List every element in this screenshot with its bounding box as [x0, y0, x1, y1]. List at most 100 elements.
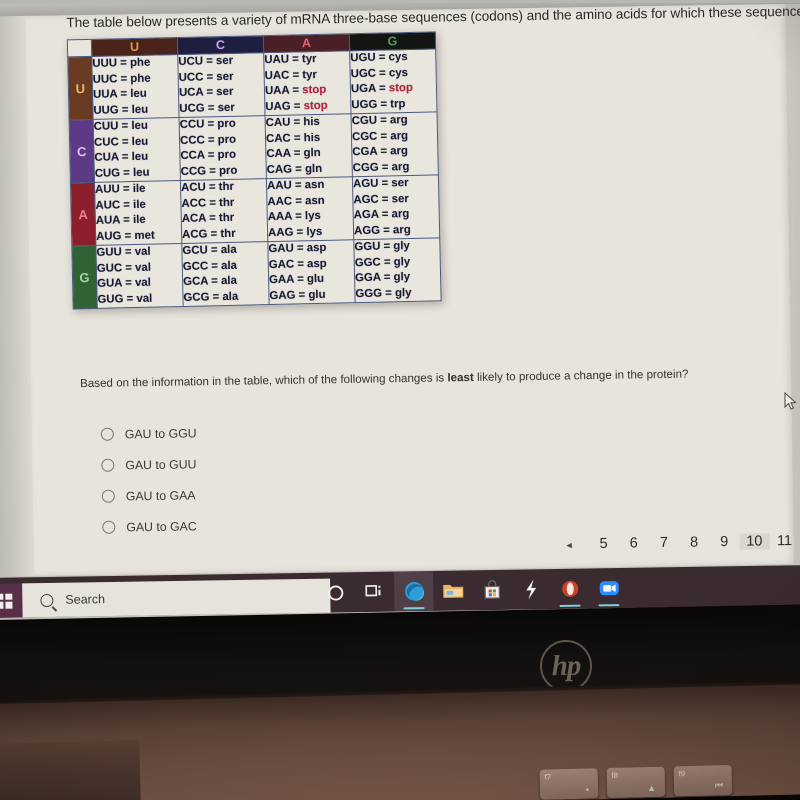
active-indicator: [598, 604, 620, 607]
codon-entry: ACU = thr: [180, 180, 235, 194]
file-explorer-icon[interactable]: [433, 570, 473, 611]
pagination-page-8[interactable]: 8: [679, 534, 709, 550]
row-header-C: C: [69, 119, 95, 183]
radio-button-icon[interactable]: [101, 458, 115, 472]
key-f8-glyph: ▲: [646, 782, 657, 794]
pagination-page-10[interactable]: 10: [739, 533, 770, 550]
codon-row-U: U UUU = phe UUC = phe UUA = leu UUG = le…: [67, 48, 437, 120]
active-indicator: [559, 604, 581, 607]
row-header-A: A: [70, 182, 96, 246]
key-f7-label: f7: [544, 772, 552, 782]
codon-entry: UAG = stop: [265, 99, 328, 113]
codon-entry: UCA = ser: [178, 85, 234, 99]
task-view-icon[interactable]: [355, 572, 395, 613]
codon-cell-CG: CGU = arg CGC = arg CGA = arg CGG = arg: [351, 111, 439, 177]
codon-entry: AGA = arg: [353, 207, 410, 222]
codon-entry: GAC = asp: [268, 257, 327, 271]
codon-entry: CUG = leu: [94, 166, 150, 180]
laptop-hinge-left: [0, 740, 141, 800]
opera-icon[interactable]: [550, 569, 590, 610]
pagination-page-5[interactable]: 5: [588, 536, 618, 552]
answer-option-4[interactable]: GAU to GAC: [102, 506, 502, 543]
codon-entry: CUU = leu: [93, 119, 148, 133]
key-f9-label: f9: [678, 769, 686, 779]
taskbar-search-box[interactable]: Search: [22, 578, 331, 618]
codon-entry: AUA = ile: [95, 213, 146, 227]
codon-entry: UAA = stop: [264, 83, 327, 98]
codon-entry: UCU = ser: [178, 54, 234, 68]
answer-options: GAU to GGU GAU to GUU GAU to GAA GAU to …: [100, 413, 503, 543]
codon-entry: UGC = cys: [350, 66, 409, 80]
codon-cell-UA: UAU = tyr UAC = tyr UAA = stop UAG = sto…: [263, 50, 352, 116]
table-corner-blank: [67, 39, 92, 57]
codon-entry: GCC = ala: [182, 259, 238, 273]
col-header-U: U: [91, 37, 178, 57]
codon-entry: CCA = pro: [180, 148, 237, 162]
radio-button-icon[interactable]: [101, 489, 115, 503]
codon-entry: CGU = arg: [351, 114, 408, 128]
codon-entry: GUG = val: [97, 292, 153, 306]
answer-label: GAU to GUU: [125, 456, 197, 472]
answer-label: GAU to GGU: [124, 425, 197, 441]
col-header-A: A: [263, 33, 350, 53]
col-header-C: C: [177, 35, 264, 55]
col-header-G: G: [349, 31, 436, 51]
laptop-screen: https://marietta.schoology.com/common-as…: [0, 0, 800, 651]
mouse-cursor-icon: [784, 392, 797, 410]
pagination-page-6[interactable]: 6: [619, 535, 649, 551]
codon-entry: CAA = gln: [266, 146, 321, 161]
codon-table: U C A G U UUU = phe UUC = phe UUA = leu …: [66, 31, 442, 310]
codon-cell-CA: CAU = his CAC = his CAA = gln CAG = gln: [265, 113, 353, 179]
codon-entry: AUU = ile: [94, 182, 146, 196]
codon-entry: UGU = cys: [350, 50, 408, 65]
search-placeholder-text: Search: [65, 592, 106, 607]
codon-entry: GGG = gly: [355, 286, 412, 300]
lightning-app-icon[interactable]: [511, 569, 551, 610]
codon-entry: CUA = leu: [94, 150, 149, 164]
codon-cell-CC: CCU = pro CCC = pro CCA = pro CCG = pro: [179, 115, 267, 181]
zoom-icon[interactable]: [589, 568, 629, 609]
codon-entry: GAA = glu: [268, 272, 325, 287]
taskbar-icon-strip: [316, 568, 629, 613]
keyboard-function-keys: f7 ▪ f8 ▲ f9 ⏮: [539, 762, 800, 800]
codon-entry: UCC = ser: [178, 70, 234, 84]
laptop-photo: https://marietta.schoology.com/common-as…: [0, 0, 800, 800]
row-header-U: U: [67, 56, 94, 120]
microsoft-edge-icon[interactable]: [393, 570, 434, 612]
pagination-page-7[interactable]: 7: [649, 535, 679, 551]
codon-cell-GU: GUU = val GUC = val GUA = val GUG = val: [95, 243, 184, 309]
codon-entry: CGG = arg: [352, 160, 410, 174]
codon-entry: AAG = lys: [267, 225, 323, 239]
radio-button-icon[interactable]: [100, 427, 114, 441]
codon-entry: GUA = val: [97, 276, 151, 290]
cortana-icon[interactable]: [316, 572, 356, 613]
answer-label: GAU to GAA: [125, 487, 196, 503]
pagination: ◂ 5 6 7 8 9 10 11: [549, 526, 799, 560]
codon-cell-UG: UGU = cys UGC = cys UGA = stop UGG = trp: [349, 48, 437, 114]
codon-entry: AGG = arg: [353, 223, 411, 237]
codon-entry: AUC = ile: [95, 198, 146, 212]
codon-cell-AA: AAU = asn AAC = asn AAA = lys AAG = lys: [266, 176, 354, 242]
codon-entry: GCA = ala: [183, 274, 237, 288]
windows-logo-icon: [0, 593, 12, 609]
codon-entry: ACC = thr: [181, 196, 235, 210]
key-f9[interactable]: f9 ⏮: [673, 764, 733, 797]
codon-entry: UGA = stop: [350, 81, 414, 96]
pagination-prev-button[interactable]: ◂: [550, 538, 589, 552]
key-f8[interactable]: f8 ▲: [606, 766, 666, 799]
radio-button-icon[interactable]: [102, 520, 116, 534]
codon-row-A: A AUU = ile AUC = ile AUA = ile AUG = me…: [70, 174, 440, 246]
codon-entry: UUC = phe: [92, 72, 151, 86]
codon-row-G: G GUU = val GUC = val GUA = val GUG = va…: [71, 237, 442, 309]
microsoft-store-icon[interactable]: [472, 570, 512, 611]
pagination-page-9[interactable]: 9: [709, 534, 739, 550]
codon-entry: AGU = ser: [352, 177, 409, 191]
codon-entry: AAA = lys: [267, 209, 321, 224]
key-f8-label: f8: [611, 770, 619, 780]
start-button[interactable]: [0, 583, 23, 618]
codon-entry: CGA = arg: [352, 145, 409, 159]
codon-cell-UC: UCU = ser UCC = ser UCA = ser UCG = ser: [177, 52, 266, 118]
key-f7[interactable]: f7 ▪: [539, 768, 599, 800]
codon-entry: UUG = leu: [93, 103, 149, 117]
pagination-page-11[interactable]: 11: [769, 533, 799, 549]
